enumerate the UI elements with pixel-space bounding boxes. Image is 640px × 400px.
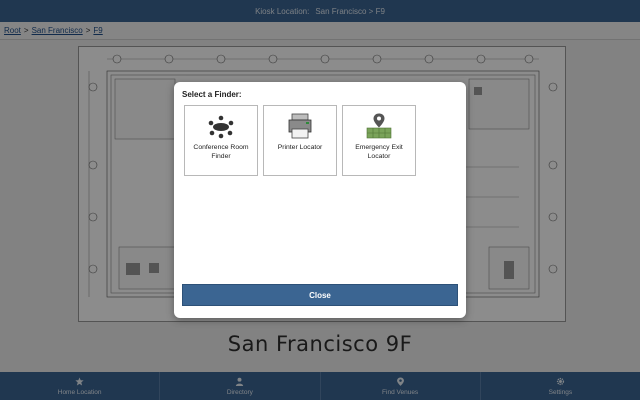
finder-dialog: Select a Finder: Conference Room Finder (174, 82, 466, 318)
emergency-exit-locator-button[interactable]: Emergency Exit Locator (342, 105, 416, 176)
dialog-title: Select a Finder: (182, 90, 242, 99)
printer-locator-label: Printer Locator (277, 144, 323, 151)
emergency-exit-icon (365, 112, 393, 140)
printer-locator-button[interactable]: Printer Locator (263, 105, 337, 176)
emergency-exit-locator-label: Emergency Exit Locator (355, 144, 403, 160)
printer-icon (286, 112, 314, 140)
finder-list: Conference Room Finder Printer Locator E… (184, 105, 416, 176)
conference-room-finder-button[interactable]: Conference Room Finder (184, 105, 258, 176)
close-button[interactable]: Close (182, 284, 458, 306)
conference-room-icon (207, 112, 235, 140)
conference-room-finder-label: Conference Room Finder (193, 144, 249, 160)
